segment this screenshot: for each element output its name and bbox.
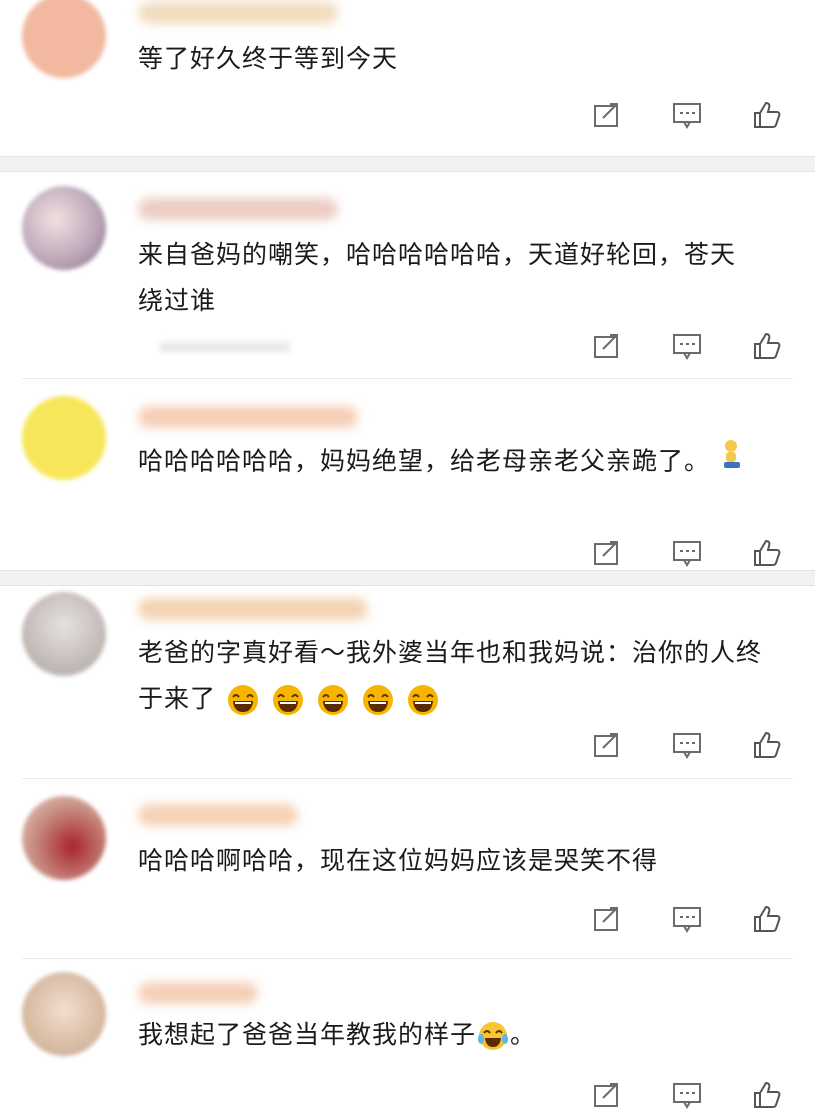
thumbs-up-icon (754, 101, 781, 128)
reply-button[interactable] (669, 728, 705, 762)
comment-actions (589, 98, 785, 132)
timestamp-blurred (160, 342, 290, 352)
comment-item-3: 哈哈哈哈哈哈，妈妈绝望，给老母亲老父亲跪了。 (0, 380, 815, 570)
share-button[interactable] (589, 902, 625, 936)
reply-button[interactable] (669, 1078, 705, 1112)
comment-icon (673, 907, 701, 933)
comment-text-body: 哈哈哈哈哈哈，妈妈绝望，给老母亲老父亲跪了。 (138, 446, 711, 476)
share-icon (594, 1083, 618, 1107)
comment-actions (589, 536, 785, 570)
comment-text: 老爸的字真好看～我外婆当年也和我妈说：治你的人终于来了 (138, 630, 785, 722)
reply-button[interactable] (669, 98, 705, 132)
laughing-emoji (272, 685, 303, 715)
like-button[interactable] (749, 98, 785, 132)
username-blurred[interactable] (138, 198, 338, 220)
thumbs-up-icon (754, 731, 781, 758)
avatar[interactable] (22, 396, 106, 480)
comment-text: 哈哈哈哈哈哈，妈妈绝望，给老母亲老父亲跪了。 (138, 438, 755, 487)
reply-button[interactable] (669, 902, 705, 936)
comment-icon (673, 541, 701, 567)
comment-text-suffix: 。 (510, 1020, 537, 1049)
share-icon (594, 103, 618, 127)
avatar[interactable] (22, 592, 106, 676)
like-button[interactable] (749, 902, 785, 936)
comment-actions (589, 902, 785, 936)
section-divider (0, 156, 815, 172)
laughing-emoji (362, 685, 393, 715)
comment-item-2: 来自爸妈的嘲笑，哈哈哈哈哈哈，天道好轮回，苍天绕过谁 (0, 172, 815, 378)
comment-actions (589, 329, 785, 363)
divider (22, 778, 793, 779)
comment-text-body: 我想起了爸爸当年教我的样子 (138, 1020, 477, 1049)
thumbs-up-icon (754, 905, 781, 932)
avatar[interactable] (22, 972, 106, 1056)
comment-text: 哈哈哈啊哈哈，现在这位妈妈应该是哭笑不得 (138, 846, 659, 875)
avatar[interactable] (22, 186, 106, 270)
like-button[interactable] (749, 1078, 785, 1112)
reply-button[interactable] (669, 536, 705, 570)
share-icon (594, 907, 618, 931)
thumbs-up-icon (754, 1081, 781, 1108)
tears-of-joy-emoji (478, 1022, 509, 1050)
comment-text: 来自爸妈的嘲笑，哈哈哈哈哈哈，天道好轮回，苍天绕过谁 (138, 240, 737, 315)
comment-item-5: 哈哈哈啊哈哈，现在这位妈妈应该是哭笑不得 (0, 780, 815, 958)
divider (22, 378, 793, 379)
like-button[interactable] (749, 536, 785, 570)
share-button[interactable] (589, 98, 625, 132)
username-blurred[interactable] (138, 804, 298, 826)
laughing-emoji-group (225, 684, 441, 715)
like-button[interactable] (749, 728, 785, 762)
share-icon (594, 541, 618, 565)
thumbs-up-icon (754, 332, 781, 359)
like-button[interactable] (749, 329, 785, 363)
username-blurred[interactable] (138, 982, 258, 1004)
kneeling-emoji (719, 438, 743, 487)
comment-text: 等了好久终于等到今天 (138, 44, 399, 73)
reply-button[interactable] (669, 329, 705, 363)
share-button[interactable] (589, 536, 625, 570)
username-blurred[interactable] (138, 406, 358, 428)
section-divider (0, 570, 815, 586)
username-blurred[interactable] (138, 598, 368, 620)
comment-item-1: 等了好久终于等到今天 (0, 0, 815, 156)
comment-icon (673, 103, 701, 129)
laughing-emoji (407, 685, 438, 715)
divider (22, 958, 793, 959)
share-icon (594, 334, 618, 358)
avatar[interactable] (22, 0, 106, 78)
share-icon (594, 733, 618, 757)
comment-actions (589, 728, 785, 762)
thumbs-up-icon (754, 539, 781, 566)
comment-icon (673, 733, 701, 759)
username-blurred[interactable] (138, 2, 338, 24)
avatar[interactable] (22, 796, 106, 880)
comment-icon (673, 334, 701, 360)
comment-item-6: 我想起了爸爸当年教我的样子 。 (0, 960, 815, 1120)
comment-actions (589, 1078, 785, 1112)
comment-icon (673, 1083, 701, 1109)
share-button[interactable] (589, 1078, 625, 1112)
laughing-emoji (317, 685, 348, 715)
share-button[interactable] (589, 329, 625, 363)
comment-text: 我想起了爸爸当年教我的样子 。 (138, 1012, 775, 1058)
comment-item-4: 老爸的字真好看～我外婆当年也和我妈说：治你的人终于来了 (0, 586, 815, 778)
laughing-emoji (227, 685, 258, 715)
share-button[interactable] (589, 728, 625, 762)
